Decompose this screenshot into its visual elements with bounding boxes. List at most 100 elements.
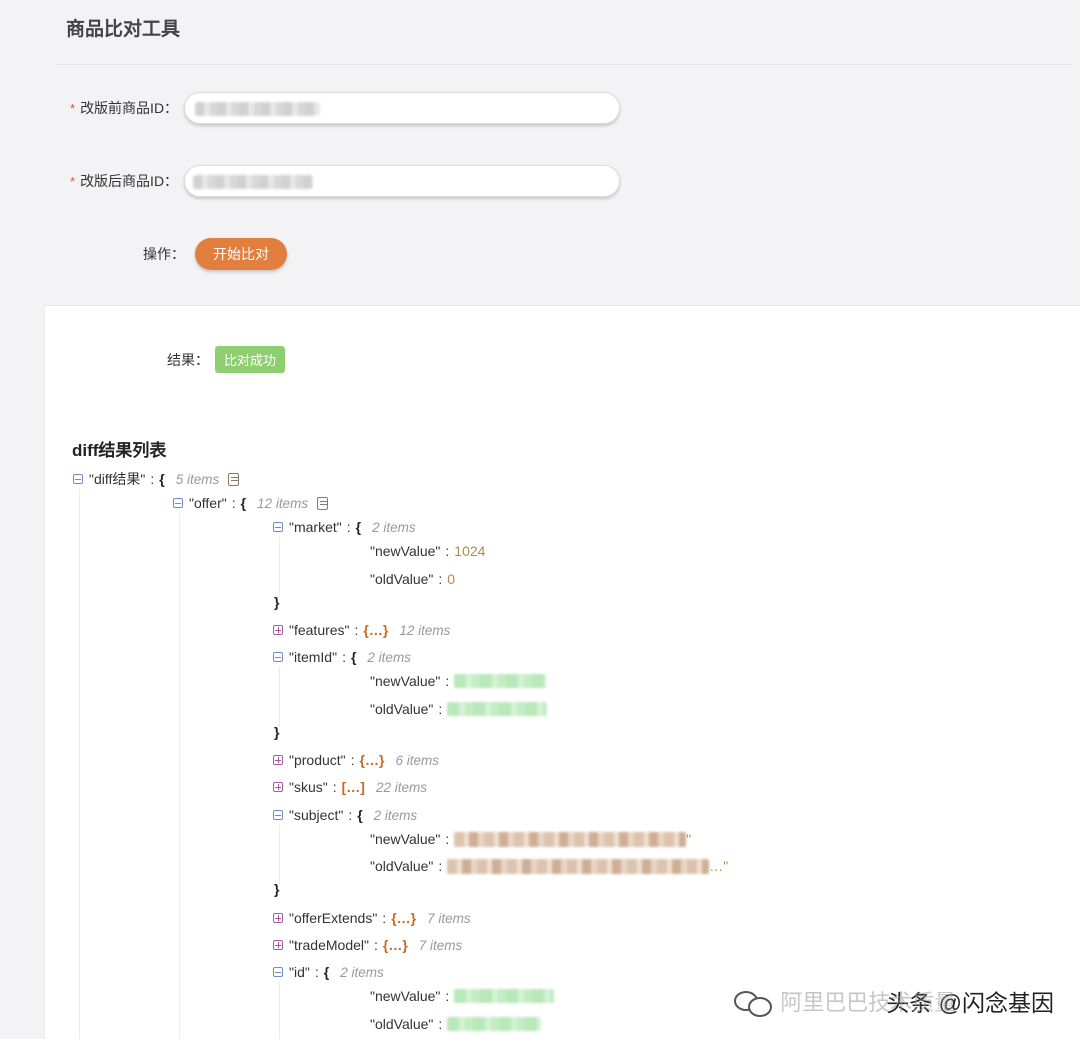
json-key: "offer" <box>189 495 227 511</box>
chat-bubbles-icon <box>734 989 773 1017</box>
json-brace: { <box>240 495 247 511</box>
collapse-icon[interactable] <box>273 967 283 977</box>
tree-node-subject: "subject" : { 2 items <box>273 805 417 825</box>
expand-icon[interactable] <box>273 755 283 765</box>
required-mark: * <box>70 173 76 189</box>
watermark-faded-text: 阿里巴巴技术质量 <box>780 990 957 1015</box>
string-tail: " <box>686 831 692 847</box>
json-colon: : <box>438 1016 443 1032</box>
collapsed-object[interactable]: {…} <box>360 752 385 768</box>
watermark: 阿里巴巴技术质量 头条 @闪念基因 <box>734 984 1054 1018</box>
json-key: "newValue" <box>370 673 441 689</box>
json-key: "newValue" <box>370 831 441 847</box>
start-compare-button[interactable]: 开始比对 <box>195 238 287 270</box>
json-key: "id" <box>289 964 310 980</box>
json-colon: : <box>382 910 387 926</box>
tree-node-market: "market" : { 2 items <box>273 517 416 537</box>
tree-leaf-market-new: "newValue" : 1024 <box>370 541 485 561</box>
copy-icon[interactable] <box>228 472 240 486</box>
copy-icon[interactable] <box>317 496 329 510</box>
json-colon: : <box>438 858 443 874</box>
json-brace: } <box>274 724 280 740</box>
redacted-value <box>454 989 555 1003</box>
collapsed-array[interactable]: […] <box>342 779 365 795</box>
tree-guide <box>279 825 280 885</box>
tree-guide <box>179 513 180 1039</box>
json-colon: : <box>348 807 353 823</box>
collapse-icon[interactable] <box>173 498 183 508</box>
json-brace: { <box>323 964 330 980</box>
json-colon: : <box>354 622 359 638</box>
json-colon: : <box>231 495 236 511</box>
collapsed-object[interactable]: {…} <box>363 622 388 638</box>
collapse-icon[interactable] <box>273 522 283 532</box>
action-label: 操作： <box>143 246 185 262</box>
json-colon: : <box>445 673 450 689</box>
redacted-value <box>454 674 547 688</box>
json-colon: : <box>438 571 443 587</box>
json-key: "diff结果" <box>89 471 146 487</box>
tree-close-itemid: } <box>274 722 279 742</box>
tree-leaf-itemid-new: "newValue" : <box>370 671 547 691</box>
expand-icon[interactable] <box>273 940 283 950</box>
json-key: "newValue" <box>370 543 441 559</box>
json-colon: : <box>438 701 443 717</box>
tree-close-subject: } <box>274 879 279 899</box>
collapse-icon[interactable] <box>273 652 283 662</box>
tree-leaf-subject-new: "newValue" : " <box>370 829 691 849</box>
collapsed-object[interactable]: {…} <box>383 937 408 953</box>
expand-icon[interactable] <box>273 913 283 923</box>
json-key: "features" <box>289 622 350 638</box>
redacted-value <box>447 702 548 716</box>
string-tail: …" <box>709 858 729 874</box>
json-tree: "diff结果" : { 5 items "offer" : { 12 item… <box>45 306 1080 1039</box>
tree-leaf-id-old: "oldValue" : <box>370 1014 542 1034</box>
json-colon: : <box>373 937 378 953</box>
collapse-icon[interactable] <box>273 810 283 820</box>
json-brace: } <box>274 594 280 610</box>
result-panel: 结果： 比对成功 diff结果列表 "diff结果" : { 5 items "… <box>44 305 1080 1039</box>
item-count: 2 items <box>372 519 416 535</box>
after-id-input[interactable] <box>184 165 621 197</box>
item-count: 12 items <box>257 495 309 511</box>
item-count: 5 items <box>175 471 220 487</box>
redacted-value <box>195 102 321 116</box>
json-key: "oldValue" <box>370 858 434 874</box>
json-colon: : <box>350 752 355 768</box>
tree-leaf-id-new: "newValue" : <box>370 986 555 1006</box>
tree-node-offerextends: "offerExtends" : {…} 7 items <box>273 908 471 928</box>
collapse-icon[interactable] <box>73 474 83 484</box>
tree-node-product: "product" : {…} 6 items <box>273 750 439 770</box>
item-count: 12 items <box>399 622 451 638</box>
json-colon: : <box>346 519 351 535</box>
item-count: 7 items <box>418 937 463 953</box>
tree-node-offer: "offer" : { 12 items <box>173 493 329 513</box>
redacted-value <box>447 858 710 874</box>
page-title: 商品比对工具 <box>66 19 181 40</box>
tree-node-id: "id" : { 2 items <box>273 962 384 982</box>
before-id-label: 改版前商品ID： <box>80 100 179 116</box>
before-id-input[interactable] <box>184 92 621 124</box>
expand-icon[interactable] <box>273 782 283 792</box>
tree-guide <box>279 667 280 727</box>
json-colon: : <box>445 831 450 847</box>
tree-guide <box>79 489 80 1039</box>
action-row: 操作： 开始比对 <box>143 238 287 270</box>
json-colon: : <box>332 779 337 795</box>
collapsed-object[interactable]: {…} <box>391 910 416 926</box>
expand-icon[interactable] <box>273 625 283 635</box>
tree-leaf-subject-old: "oldValue" : …" <box>370 856 728 876</box>
json-key: "itemId" <box>289 649 338 665</box>
item-count: 2 items <box>373 807 418 823</box>
item-count: 7 items <box>427 910 471 926</box>
tree-node-trademodel: "tradeModel" : {…} 7 items <box>273 935 462 955</box>
redacted-value <box>454 831 687 847</box>
after-id-label: 改版后商品ID： <box>80 173 179 189</box>
json-colon: : <box>342 649 346 665</box>
redacted-value <box>447 1017 542 1031</box>
after-id-row: * 改版后商品ID： <box>70 165 621 197</box>
json-key: "market" <box>289 519 342 535</box>
tree-leaf-market-old: "oldValue" : 0 <box>370 569 455 589</box>
json-colon: : <box>314 964 319 980</box>
item-count: 6 items <box>395 752 439 768</box>
